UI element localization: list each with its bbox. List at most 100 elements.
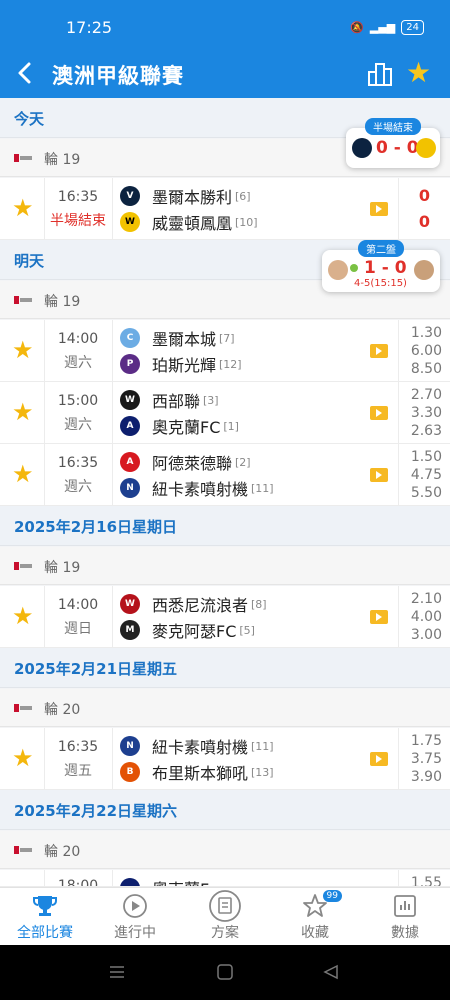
match-row[interactable]: ★ 14:00 週日 W 西悉尼流浪者 [8] M 麥克阿瑟FC [5] 2.10 4.0… — [0, 586, 450, 648]
document-icon — [180, 890, 270, 922]
live-score-popup[interactable]: 半場結束 0 - 0 — [346, 118, 440, 168]
section-date: 2025年2月21日星期五 — [0, 648, 450, 688]
match-row[interactable]: ★ 16:35 週六 A 阿德萊德聯 [2] N 紐卡素噴射機 [11] 1.50 4.7… — [0, 444, 450, 506]
system-nav-bar — [0, 945, 450, 1000]
video-icon[interactable] — [370, 344, 388, 358]
favorites-count-badge: 99 — [322, 890, 342, 902]
match-time: 14:00 — [57, 597, 99, 613]
favorite-star-icon[interactable]: ★ — [12, 336, 34, 364]
match-day: 週六 — [64, 417, 92, 433]
league-logo-icon — [14, 296, 32, 304]
player-avatar-icon — [414, 260, 434, 280]
video-icon[interactable] — [370, 610, 388, 624]
round-header: 輪 19 — [0, 547, 450, 585]
tennis-ball-icon — [350, 264, 358, 272]
match-row-partial[interactable]: 18:00 奧克蘭F 1.55 — [0, 870, 450, 887]
team-crest-icon: N — [120, 736, 140, 756]
away-team: B 布里斯本獅吼 [13] — [120, 760, 274, 784]
away-team: A 奧克蘭FC [1] — [120, 414, 239, 438]
standings-icon[interactable] — [366, 60, 394, 88]
team-crest-icon: B — [120, 762, 140, 782]
menu-icon[interactable] — [108, 964, 126, 980]
team-crest-icon: W — [120, 594, 140, 614]
match-time: 16:35 — [57, 455, 99, 471]
odds-column: 2.10 4.00 3.00 — [410, 591, 442, 643]
nav-live[interactable]: 進行中 — [90, 888, 180, 946]
team-crest-icon: P — [120, 354, 140, 374]
team-crest-icon: W — [120, 390, 140, 410]
match-row[interactable]: ★ 15:00 週六 W 西部聯 [3] A 奧克蘭FC [1] 2.70 3.30 2.6… — [0, 382, 450, 444]
match-row[interactable]: ★ 16:35 半場結束 V 墨爾本勝利 [6] W 威靈頓鳳凰 [10] 0 0 — [0, 178, 450, 240]
away-score: 0 — [418, 212, 430, 231]
home-team: C 墨爾本城 [7] — [120, 326, 235, 350]
video-icon[interactable] — [370, 406, 388, 420]
team-crest-icon — [416, 138, 436, 158]
trophy-icon — [0, 890, 90, 922]
favorite-star-icon[interactable]: ★ — [12, 460, 34, 488]
star-outline-icon — [270, 890, 360, 922]
section-date: 2025年2月16日星期日 — [0, 506, 450, 546]
back-arrow-icon[interactable] — [12, 58, 40, 88]
odds-column: 2.70 3.30 2.63 — [410, 387, 442, 439]
favorite-star-icon[interactable]: ★ — [12, 194, 34, 222]
popup-status: 半場結束 — [365, 118, 421, 135]
page-title: 澳洲甲級聯賽 — [52, 64, 184, 88]
away-team: N 紐卡素噴射機 [11] — [120, 476, 274, 500]
section-label: 2025年2月16日星期日 — [14, 518, 178, 536]
favorite-star-icon[interactable]: ★ — [12, 602, 34, 630]
away-team: M 麥克阿瑟FC [5] — [120, 618, 255, 642]
team-crest-icon — [352, 138, 372, 158]
home-team: A 阿德萊德聯 [2] — [120, 450, 251, 474]
odds-column: 1.55 — [410, 875, 442, 887]
nav-favorites[interactable]: 99 收藏 — [270, 888, 360, 946]
match-row[interactable]: ★ 16:35 週五 N 紐卡素噴射機 [11] B 布里斯本獅吼 [13] 1.75 3… — [0, 728, 450, 790]
nav-label: 全部比賽 — [17, 925, 73, 941]
match-day: 週日 — [64, 621, 92, 637]
play-icon — [90, 890, 180, 922]
back-triangle-icon[interactable] — [322, 964, 340, 980]
home-icon[interactable] — [216, 964, 234, 980]
round-header: 輪 20 — [0, 689, 450, 727]
status-icons: 🔕 ▂▄▆ 24 — [350, 20, 424, 35]
match-day: 週六 — [64, 355, 92, 371]
nav-all-matches[interactable]: 全部比賽 — [0, 888, 90, 946]
nav-plans[interactable]: 方案 — [180, 888, 270, 946]
match-time: 18:00 — [57, 878, 99, 887]
team-crest-icon: V — [120, 186, 140, 206]
team-crest-icon: M — [120, 620, 140, 640]
team-crest-icon: A — [120, 416, 140, 436]
league-logo-icon — [14, 562, 32, 570]
match-row[interactable]: ★ 14:00 週六 C 墨爾本城 [7] P 珀斯光輝 [12] 1.30 6.00 8.… — [0, 320, 450, 382]
round-header: 輪 20 — [0, 831, 450, 869]
nav-label: 方案 — [211, 925, 239, 941]
section-label: 今天 — [14, 110, 45, 128]
away-team: W 威靈頓鳳凰 [10] — [120, 210, 258, 234]
video-icon[interactable] — [370, 202, 388, 216]
match-time: 16:35 — [57, 739, 99, 755]
section-date: 2025年2月22日星期六 — [0, 790, 450, 830]
team-crest-icon: N — [120, 478, 140, 498]
section-label: 2025年2月21日星期五 — [14, 660, 178, 678]
section-label: 2025年2月22日星期六 — [14, 802, 178, 820]
status-bar: 17:25 🔕 ▂▄▆ 24 — [0, 0, 450, 50]
odds-column: 1.75 3.75 3.90 — [410, 733, 442, 785]
favorite-star-icon[interactable]: ★ — [12, 398, 34, 426]
popup-score: 1 - 0 — [364, 258, 407, 278]
match-time: 16:35 — [57, 189, 99, 205]
team-crest-icon: C — [120, 328, 140, 348]
favorite-league-star-icon[interactable]: ★ — [406, 56, 431, 89]
video-icon[interactable] — [370, 468, 388, 482]
away-team: P 珀斯光輝 [12] — [120, 352, 242, 376]
match-status: 半場結束 — [50, 213, 106, 229]
nav-data[interactable]: 數據 — [360, 888, 450, 946]
round-label: 輪 19 — [44, 560, 81, 576]
league-logo-icon — [14, 154, 32, 162]
league-logo-icon — [14, 704, 32, 712]
player-avatar-icon — [328, 260, 348, 280]
team-crest-icon: A — [120, 452, 140, 472]
nav-label: 進行中 — [114, 925, 156, 941]
live-score-popup[interactable]: 第二盤 1 - 0 4-5(15:15) — [322, 240, 440, 292]
favorite-star-icon[interactable]: ★ — [12, 744, 34, 772]
round-label: 輪 19 — [44, 152, 81, 168]
video-icon[interactable] — [370, 752, 388, 766]
